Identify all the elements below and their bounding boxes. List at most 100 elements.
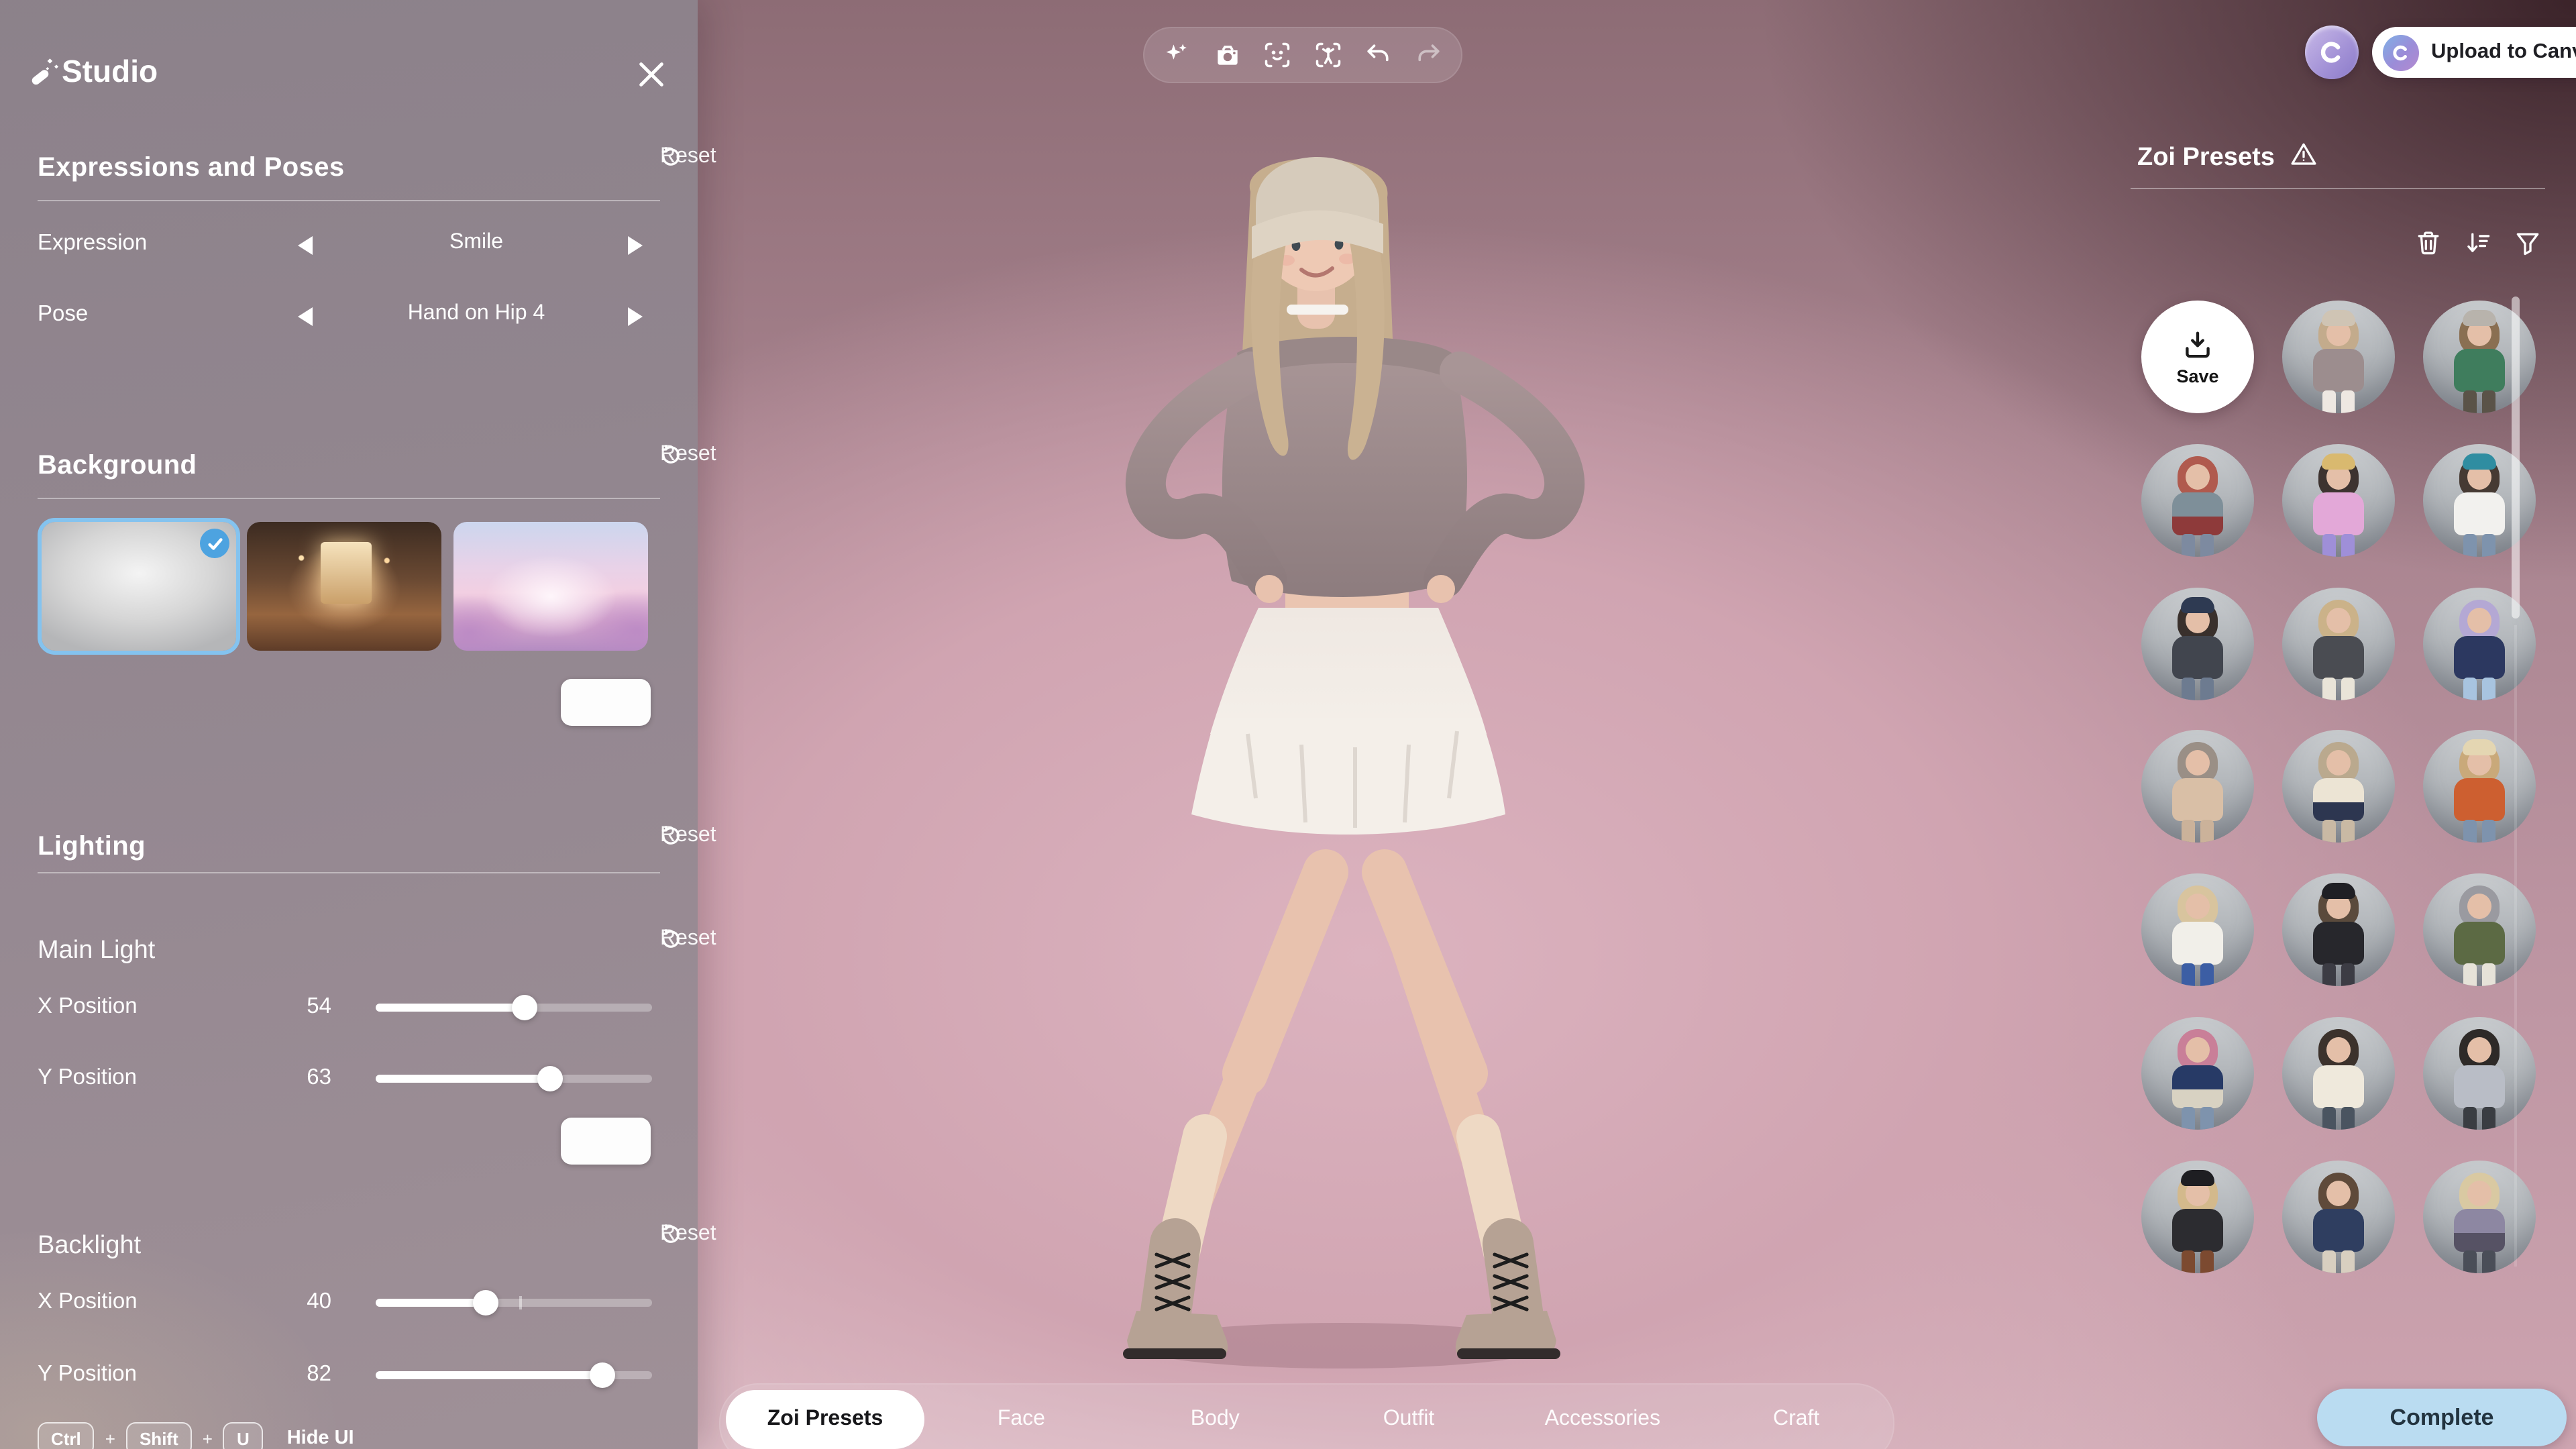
preset-avatar[interactable] bbox=[2423, 1017, 2536, 1130]
selector-row-pose: PoseHand on Hip 4 bbox=[0, 297, 698, 337]
preset-avatar[interactable] bbox=[2141, 588, 2254, 700]
slider-knob[interactable] bbox=[537, 1066, 563, 1091]
slider-track[interactable] bbox=[376, 1299, 652, 1307]
face-scan-icon[interactable] bbox=[1260, 38, 1295, 72]
preset-avatar[interactable] bbox=[2282, 301, 2395, 413]
preset-avatar[interactable] bbox=[2423, 730, 2536, 843]
zoi-presets-title: Zoi Presets bbox=[2137, 144, 2275, 173]
tab-accessories[interactable]: Accessories bbox=[1505, 1385, 1699, 1449]
main-light-color-swatch[interactable] bbox=[561, 1118, 651, 1165]
selector-row-expression: Expression Smile bbox=[0, 225, 698, 266]
preset-scrollbar[interactable] bbox=[2512, 297, 2520, 619]
slider-knob[interactable] bbox=[474, 1290, 499, 1316]
divider bbox=[38, 200, 660, 201]
slider-track[interactable] bbox=[376, 1004, 652, 1012]
tab-body[interactable]: Body bbox=[1118, 1385, 1312, 1449]
next-arrow-icon[interactable] bbox=[628, 307, 643, 326]
upload-to-canvas-label: Upload to Canvas bbox=[2431, 40, 2576, 64]
preset-avatar[interactable] bbox=[2141, 1161, 2254, 1273]
preset-scrolltrack bbox=[2514, 625, 2517, 1267]
sort-icon[interactable] bbox=[2462, 227, 2494, 259]
tab-craft[interactable]: Craft bbox=[1699, 1385, 1893, 1449]
close-icon[interactable] bbox=[631, 54, 671, 94]
slider-fill bbox=[376, 1075, 550, 1083]
slider-label: X Position bbox=[38, 994, 138, 1020]
prev-arrow-icon[interactable] bbox=[298, 307, 313, 326]
background-thumb-sky[interactable] bbox=[453, 522, 648, 651]
preset-avatar[interactable] bbox=[2141, 1017, 2254, 1130]
preset-figure bbox=[2282, 1161, 2395, 1273]
preset-figure bbox=[2141, 1017, 2254, 1130]
save-preset-button[interactable]: Save bbox=[2141, 301, 2254, 413]
preset-avatar[interactable] bbox=[2423, 1161, 2536, 1273]
preset-figure bbox=[2282, 873, 2395, 986]
slider-knob[interactable] bbox=[512, 995, 537, 1020]
canvas-logo-icon bbox=[2383, 34, 2419, 70]
preset-avatar[interactable] bbox=[2141, 730, 2254, 843]
preset-avatar[interactable] bbox=[2282, 588, 2395, 700]
slider-fill bbox=[376, 1371, 602, 1379]
filter-icon[interactable] bbox=[2512, 227, 2544, 259]
tab-face[interactable]: Face bbox=[924, 1385, 1118, 1449]
preset-avatar[interactable] bbox=[2423, 873, 2536, 986]
hide-ui-shortcut: Ctrl + Shift + U Hide UI bbox=[38, 1417, 601, 1449]
prev-arrow-icon[interactable] bbox=[298, 236, 313, 255]
selected-check-icon bbox=[200, 529, 229, 558]
background-thumb-studio[interactable] bbox=[42, 522, 236, 651]
upload-to-canvas-button[interactable]: Upload to Canvas bbox=[2372, 27, 2576, 78]
download-icon bbox=[2180, 327, 2215, 362]
panel-header: Studio bbox=[46, 48, 663, 94]
preset-avatar[interactable] bbox=[2282, 444, 2395, 557]
background-color-swatch[interactable] bbox=[561, 679, 651, 726]
preset-avatar[interactable] bbox=[2282, 1017, 2395, 1130]
redo-icon[interactable] bbox=[1411, 38, 1446, 72]
slider-value: 82 bbox=[255, 1362, 331, 1387]
camera-icon[interactable] bbox=[1210, 38, 1245, 72]
divider bbox=[38, 498, 660, 499]
expressions-section-title: Expressions and Poses bbox=[38, 153, 345, 184]
slider-label: Y Position bbox=[38, 1362, 137, 1387]
slider-track[interactable] bbox=[376, 1371, 652, 1379]
preset-avatar[interactable] bbox=[2282, 1161, 2395, 1273]
selector-value: Hand on Hip 4 bbox=[335, 302, 617, 326]
divider bbox=[38, 872, 660, 873]
preset-avatar[interactable] bbox=[2282, 873, 2395, 986]
key-u: U bbox=[223, 1421, 263, 1449]
next-arrow-icon[interactable] bbox=[628, 236, 643, 255]
delete-icon[interactable] bbox=[2412, 227, 2445, 259]
key-shift: Shift bbox=[126, 1421, 192, 1449]
preset-avatar[interactable] bbox=[2141, 444, 2254, 557]
complete-button[interactable]: Complete bbox=[2317, 1389, 2567, 1446]
zoi-presets-header: Zoi Presets bbox=[2137, 140, 2319, 177]
slider-track[interactable] bbox=[376, 1075, 652, 1083]
main-light-x-position: X Position54 bbox=[0, 987, 698, 1028]
divider bbox=[2131, 188, 2545, 189]
backlight-y-position: Y Position 82 bbox=[0, 1355, 698, 1395]
preset-figure bbox=[2282, 730, 2395, 843]
slider-default-tick bbox=[519, 1296, 522, 1309]
backlight-title: Backlight bbox=[38, 1232, 141, 1261]
preset-figure bbox=[2141, 444, 2254, 557]
canvas-app-button[interactable] bbox=[2305, 25, 2359, 79]
preset-figure bbox=[2141, 730, 2254, 843]
pose-scan-icon[interactable] bbox=[1310, 38, 1345, 72]
tab-zoi-presets[interactable]: Zoi Presets bbox=[726, 1390, 924, 1449]
preset-figure bbox=[2423, 873, 2536, 986]
character-figure bbox=[1087, 127, 1623, 1389]
room-window bbox=[321, 543, 371, 604]
slider-fill bbox=[376, 1299, 486, 1307]
viewport-toolbar bbox=[1143, 27, 1462, 83]
undo-icon[interactable] bbox=[1360, 38, 1395, 72]
preset-avatar[interactable] bbox=[2282, 730, 2395, 843]
background-thumb-room[interactable] bbox=[247, 522, 441, 651]
selector-value: Smile bbox=[335, 231, 617, 255]
preset-avatar[interactable] bbox=[2141, 873, 2254, 986]
preset-figure bbox=[2282, 1017, 2395, 1130]
selector-label: Expression bbox=[38, 231, 147, 256]
tab-outfit[interactable]: Outfit bbox=[1312, 1385, 1506, 1449]
preset-figure bbox=[2141, 1161, 2254, 1273]
preset-figure bbox=[2141, 588, 2254, 700]
lighting-section-title: Lighting bbox=[38, 832, 146, 863]
sparkles-icon[interactable] bbox=[1160, 38, 1195, 72]
slider-knob[interactable] bbox=[590, 1362, 615, 1388]
